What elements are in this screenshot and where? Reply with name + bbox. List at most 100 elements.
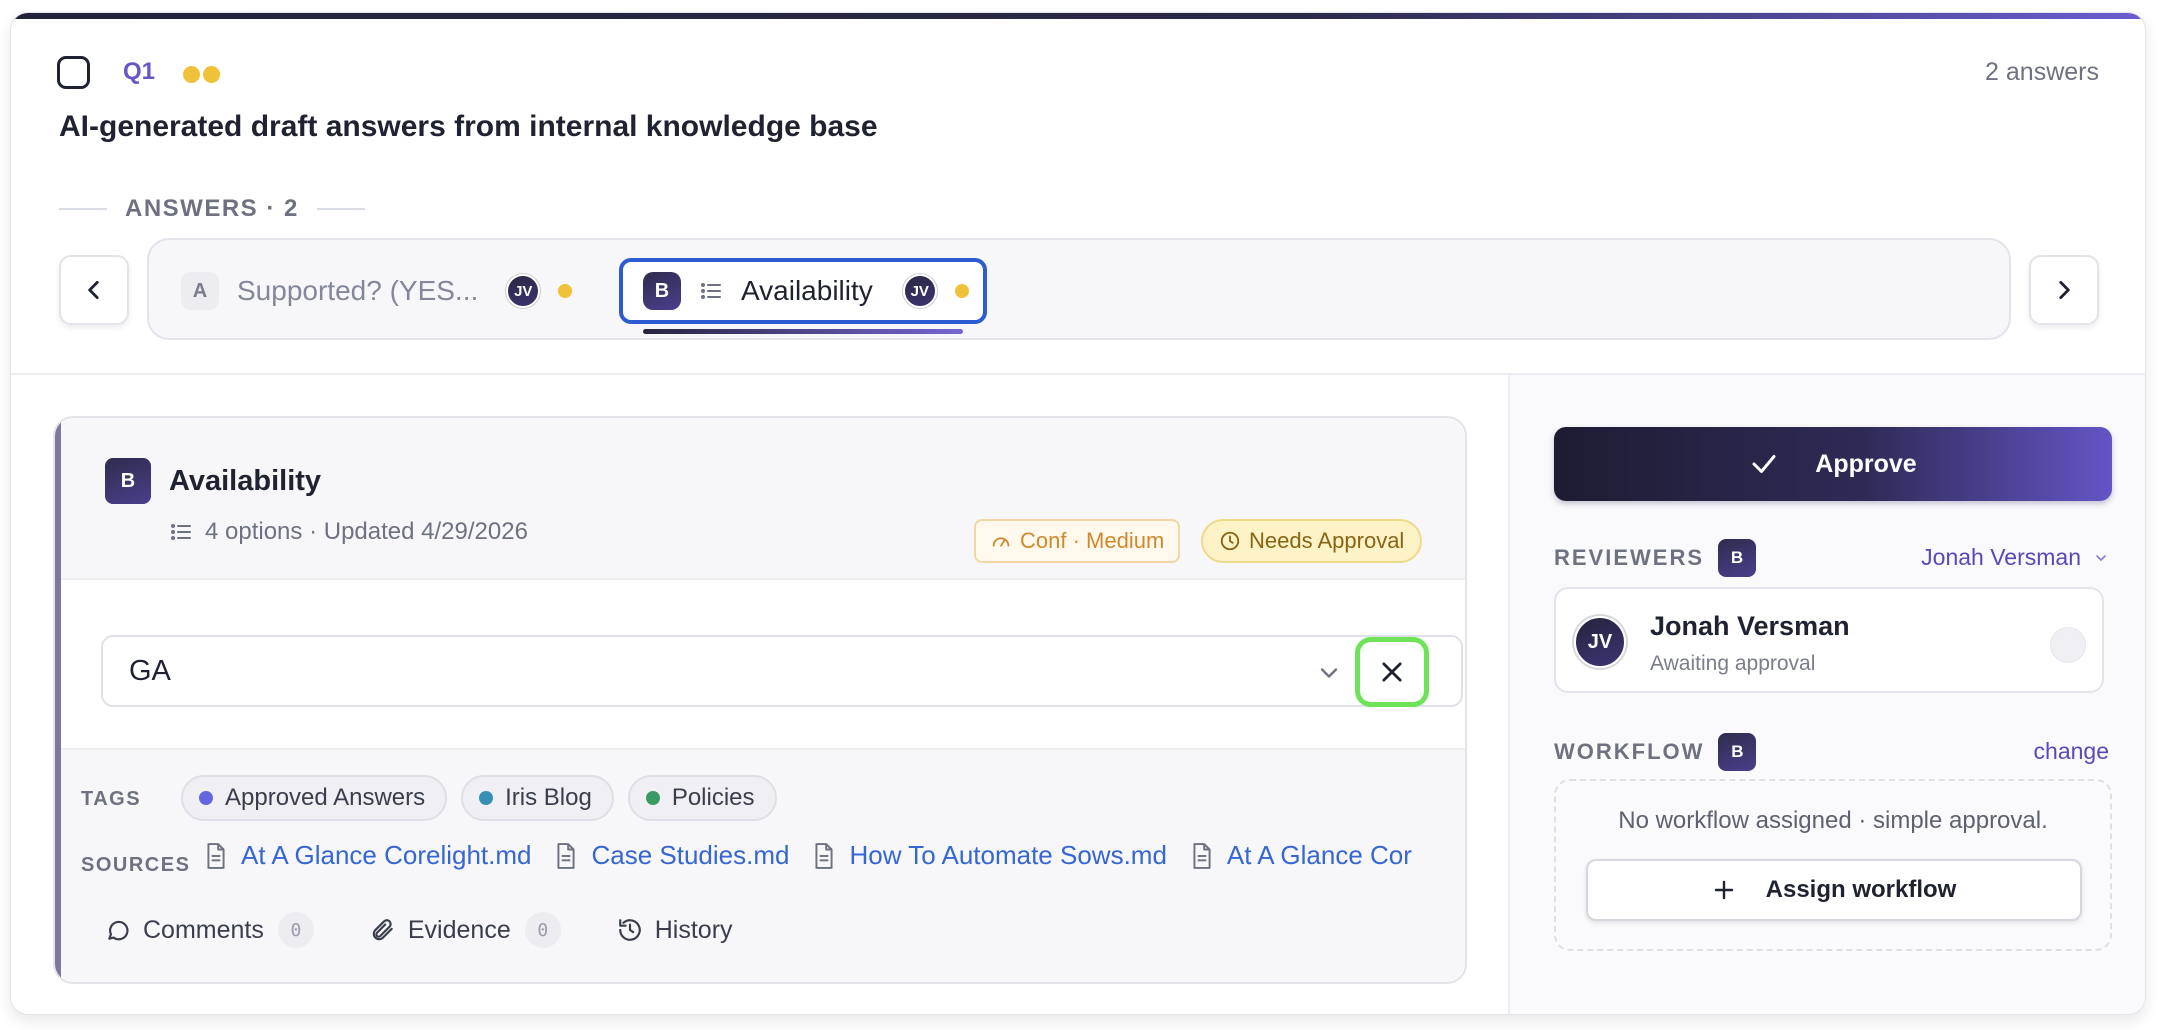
assign-workflow-label: Assign workflow xyxy=(1765,876,1957,903)
workflow-badge: B xyxy=(1718,733,1757,771)
status-dot xyxy=(558,284,573,298)
history-icon xyxy=(618,919,641,941)
status-text: Needs Approval xyxy=(1249,528,1405,553)
history-label: History xyxy=(654,915,733,944)
source-link[interactable]: At A Glance Corelight.md xyxy=(205,840,531,871)
tab-label: Availability xyxy=(741,275,873,306)
document-icon xyxy=(1193,842,1211,869)
tab-label: Supported? (YES... xyxy=(237,275,479,306)
tag-list: Approved Answers Iris Blog Policies xyxy=(181,775,777,821)
reviewer-select[interactable]: Jonah Versman xyxy=(1921,544,2109,571)
reviewers-badge: B xyxy=(1718,539,1757,577)
source-link[interactable]: At A Glance Cor xyxy=(1191,840,1412,871)
change-workflow-link[interactable]: change xyxy=(2034,738,2109,765)
reviewers-label-text: REVIEWERS xyxy=(1554,545,1705,570)
paperclip-icon xyxy=(372,919,393,941)
answer-header: B Availability 4 options · Updated 4/29/… xyxy=(61,418,1465,580)
status-dot xyxy=(954,284,969,298)
assign-workflow-button[interactable]: Assign workflow xyxy=(1586,859,2082,921)
answer-card: B Availability 4 options · Updated 4/29/… xyxy=(53,416,1467,984)
confidence-text: Conf · Medium xyxy=(1020,528,1165,553)
answer-select[interactable]: GA xyxy=(101,635,1463,707)
answer-badge: B xyxy=(105,458,151,504)
chevron-left-icon xyxy=(88,281,99,299)
tag-color-dot xyxy=(479,791,494,805)
tag-label: Approved Answers xyxy=(225,784,426,811)
list-icon xyxy=(701,283,721,299)
source-name: At A Glance Cor xyxy=(1226,840,1412,870)
chevron-right-icon xyxy=(2059,281,2070,299)
source-link[interactable]: How To Automate Sows.md xyxy=(813,840,1167,871)
source-list: At A Glance Corelight.md Case Studies.md… xyxy=(205,840,1436,871)
avatar: JV xyxy=(1574,616,1626,668)
answers-divider: ANSWERS · 2 xyxy=(59,195,365,223)
reviewer-status-indicator[interactable] xyxy=(2050,627,2086,663)
answer-footer: TAGS Approved Answers Iris Blog Policies… xyxy=(61,748,1465,982)
question-number: Q1 xyxy=(123,58,156,85)
clock-icon xyxy=(1220,531,1240,551)
document-icon xyxy=(815,842,834,869)
tab-answer-b[interactable]: B Availability JV xyxy=(619,258,987,334)
tab-badge: B xyxy=(643,272,681,310)
workflow-label-text: WORKFLOW xyxy=(1554,739,1705,764)
reviewer-select-value: Jonah Versman xyxy=(1921,544,2081,570)
evidence-count: 0 xyxy=(524,912,561,948)
chevron-down-icon[interactable] xyxy=(1315,659,1343,687)
chevron-down-icon xyxy=(2096,554,2106,561)
plus-icon xyxy=(1714,880,1733,900)
answer-actions: Comments 0 Evidence 0 History xyxy=(105,912,789,948)
question-title: AI-generated draft answers from internal… xyxy=(59,110,878,143)
reviewer-status: Awaiting approval xyxy=(1650,652,1816,675)
workflow-box: No workflow assigned · simple approval. … xyxy=(1554,779,2112,951)
tag-color-dot xyxy=(199,791,213,805)
workflow-label: WORKFLOW B xyxy=(1554,733,1757,771)
approve-button[interactable]: Approve xyxy=(1554,427,2112,501)
source-link[interactable]: Case Studies.md xyxy=(555,840,789,871)
close-icon xyxy=(1382,662,1402,682)
comments-label: Comments xyxy=(143,915,264,944)
prev-answer-button[interactable] xyxy=(59,255,129,325)
answer-meta-text: 4 options · Updated 4/29/2026 xyxy=(205,518,528,545)
answers-divider-label: ANSWERS · 2 xyxy=(125,195,299,222)
check-icon xyxy=(1752,455,1776,473)
select-checkbox[interactable] xyxy=(57,56,90,89)
reviewers-label: REVIEWERS B xyxy=(1554,539,1757,577)
tags-label: TAGS xyxy=(81,788,142,810)
status-dots xyxy=(183,66,220,83)
comment-icon xyxy=(108,920,129,941)
avatar: JV xyxy=(506,274,541,308)
source-name: At A Glance Corelight.md xyxy=(241,840,532,870)
tab-answer-a[interactable]: A Supported? (YES... JV xyxy=(181,258,573,324)
approval-panel: Approve REVIEWERS B Jonah Versman JV Jon… xyxy=(1508,375,2145,1014)
comments-count: 0 xyxy=(277,912,314,948)
evidence-label: Evidence xyxy=(407,915,511,944)
comments-button[interactable]: Comments 0 xyxy=(105,912,314,948)
answer-count: 2 answers xyxy=(1985,58,2099,86)
tag-iris-blog[interactable]: Iris Blog xyxy=(461,775,614,821)
answer-meta: 4 options · Updated 4/29/2026 xyxy=(169,518,528,546)
confidence-badge: Conf · Medium xyxy=(974,519,1181,563)
tag-approved-answers[interactable]: Approved Answers xyxy=(181,775,448,821)
clear-selection-button[interactable] xyxy=(1355,637,1429,707)
answer-title: Availability xyxy=(169,465,322,497)
card-accent-bar xyxy=(11,13,2145,19)
workflow-text: No workflow assigned · simple approval. xyxy=(1618,807,2048,834)
tab-badge: A xyxy=(181,272,219,310)
document-icon xyxy=(207,842,225,869)
document-icon xyxy=(557,842,576,869)
source-name: Case Studies.md xyxy=(591,840,790,870)
next-answer-button[interactable] xyxy=(2029,255,2099,325)
active-tab-indicator xyxy=(643,329,963,334)
reviewer-card: JV Jonah Versman Awaiting approval xyxy=(1554,587,2104,693)
status-badge: Needs Approval xyxy=(1201,519,1423,563)
tag-policies[interactable]: Policies xyxy=(627,775,777,821)
gauge-icon xyxy=(992,537,1010,547)
history-button[interactable]: History xyxy=(617,916,733,945)
answer-tabs: A Supported? (YES... JV B Availability J… xyxy=(147,238,2011,340)
selected-value: GA xyxy=(129,655,171,687)
list-icon xyxy=(171,524,191,540)
reviewer-name: Jonah Versman xyxy=(1650,611,1850,641)
evidence-button[interactable]: Evidence 0 xyxy=(370,912,561,948)
approve-label: Approve xyxy=(1815,449,1917,478)
sources-label: SOURCES xyxy=(81,854,191,876)
